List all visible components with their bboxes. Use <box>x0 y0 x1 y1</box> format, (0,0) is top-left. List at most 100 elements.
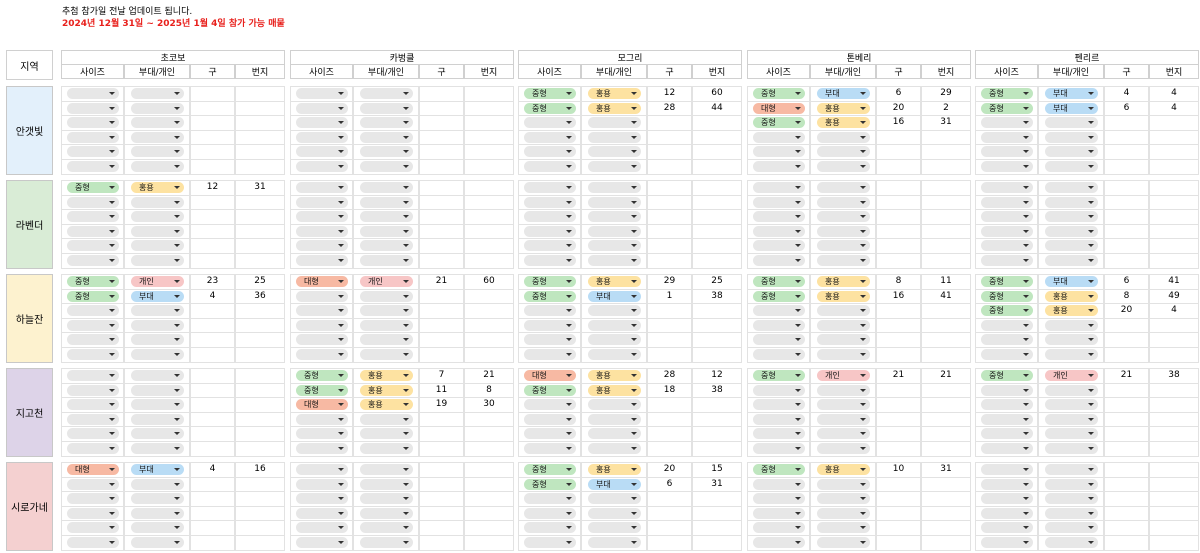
type-select[interactable]: 홍용 <box>817 290 870 302</box>
size-select-empty[interactable] <box>524 240 576 252</box>
type-select-empty[interactable] <box>360 464 413 475</box>
type-select-empty[interactable] <box>817 211 870 223</box>
size-select-empty[interactable] <box>296 255 348 266</box>
size-select[interactable]: 대형 <box>753 102 805 114</box>
size-select-empty[interactable] <box>753 349 805 360</box>
type-select-empty[interactable] <box>360 537 413 548</box>
size-select-empty[interactable] <box>981 443 1033 454</box>
type-select-empty[interactable] <box>360 478 413 490</box>
size-select-empty[interactable] <box>981 478 1033 490</box>
type-select-empty[interactable] <box>131 196 184 208</box>
type-select-empty[interactable] <box>131 161 184 172</box>
size-select[interactable]: 중형 <box>981 102 1033 114</box>
size-select-empty[interactable] <box>296 146 348 158</box>
size-select-empty[interactable] <box>67 399 119 411</box>
size-select[interactable]: 중형 <box>753 464 805 475</box>
size-select[interactable]: 중형 <box>524 464 576 475</box>
type-select[interactable]: 홍용 <box>360 370 413 381</box>
size-select-empty[interactable] <box>981 399 1033 411</box>
size-select-empty[interactable] <box>296 428 348 440</box>
type-select[interactable]: 부대 <box>588 290 641 302</box>
size-select-empty[interactable] <box>524 493 576 505</box>
type-select-empty[interactable] <box>588 334 641 346</box>
size-select-empty[interactable] <box>67 349 119 360</box>
size-select-empty[interactable] <box>753 211 805 223</box>
type-select-empty[interactable] <box>360 117 413 129</box>
type-select-empty[interactable] <box>1045 493 1098 505</box>
size-select[interactable]: 대형 <box>296 276 348 287</box>
size-select-empty[interactable] <box>753 428 805 440</box>
type-select[interactable]: 홍용 <box>588 102 641 114</box>
type-select[interactable]: 홍용 <box>588 88 641 99</box>
type-select[interactable]: 개인 <box>131 276 184 287</box>
type-select-empty[interactable] <box>1045 399 1098 411</box>
type-select[interactable]: 홍용 <box>1045 290 1098 302</box>
type-select-empty[interactable] <box>588 117 641 129</box>
type-select-empty[interactable] <box>360 102 413 114</box>
type-select-empty[interactable] <box>588 211 641 223</box>
size-select-empty[interactable] <box>524 131 576 143</box>
type-select-empty[interactable] <box>131 240 184 252</box>
type-select-empty[interactable] <box>131 370 184 381</box>
type-select-empty[interactable] <box>1045 211 1098 223</box>
type-select-empty[interactable] <box>588 399 641 411</box>
type-select-empty[interactable] <box>131 88 184 99</box>
size-select-empty[interactable] <box>524 537 576 548</box>
size-select-empty[interactable] <box>981 522 1033 534</box>
type-select[interactable]: 홍용 <box>588 464 641 475</box>
type-select-empty[interactable] <box>1045 413 1098 425</box>
size-select[interactable]: 중형 <box>981 370 1033 381</box>
size-select-empty[interactable] <box>524 428 576 440</box>
size-select-empty[interactable] <box>296 334 348 346</box>
size-select-empty[interactable] <box>524 161 576 172</box>
size-select[interactable]: 중형 <box>296 370 348 381</box>
size-select-empty[interactable] <box>67 211 119 223</box>
type-select-empty[interactable] <box>131 131 184 143</box>
type-select-empty[interactable] <box>1045 182 1098 193</box>
type-select-empty[interactable] <box>817 384 870 396</box>
size-select-empty[interactable] <box>753 305 805 317</box>
size-select-empty[interactable] <box>67 196 119 208</box>
type-select-empty[interactable] <box>131 211 184 223</box>
type-select[interactable]: 홍용 <box>360 399 413 411</box>
type-select-empty[interactable] <box>131 537 184 548</box>
type-select-empty[interactable] <box>131 117 184 129</box>
size-select-empty[interactable] <box>524 305 576 317</box>
size-select[interactable]: 중형 <box>524 384 576 396</box>
size-select-empty[interactable] <box>753 255 805 266</box>
type-select-empty[interactable] <box>588 443 641 454</box>
type-select-empty[interactable] <box>131 507 184 519</box>
size-select-empty[interactable] <box>67 255 119 266</box>
type-select-empty[interactable] <box>360 413 413 425</box>
size-select[interactable]: 중형 <box>753 117 805 129</box>
type-select-empty[interactable] <box>360 349 413 360</box>
size-select-empty[interactable] <box>981 240 1033 252</box>
size-select-empty[interactable] <box>296 196 348 208</box>
size-select-empty[interactable] <box>296 305 348 317</box>
type-select[interactable]: 홍용 <box>360 384 413 396</box>
type-select-empty[interactable] <box>817 196 870 208</box>
type-select-empty[interactable] <box>1045 478 1098 490</box>
size-select-empty[interactable] <box>981 225 1033 237</box>
type-select-empty[interactable] <box>1045 117 1098 129</box>
type-select-empty[interactable] <box>131 413 184 425</box>
type-select-empty[interactable] <box>1045 522 1098 534</box>
type-select-empty[interactable] <box>1045 225 1098 237</box>
size-select-empty[interactable] <box>981 131 1033 143</box>
size-select-empty[interactable] <box>753 240 805 252</box>
size-select-empty[interactable] <box>524 399 576 411</box>
type-select-empty[interactable] <box>131 225 184 237</box>
size-select-empty[interactable] <box>753 334 805 346</box>
size-select-empty[interactable] <box>296 413 348 425</box>
type-select-empty[interactable] <box>817 522 870 534</box>
type-select[interactable]: 홍용 <box>131 182 184 193</box>
size-select-empty[interactable] <box>296 131 348 143</box>
size-select-empty[interactable] <box>753 182 805 193</box>
size-select-empty[interactable] <box>524 349 576 360</box>
size-select-empty[interactable] <box>296 182 348 193</box>
size-select-empty[interactable] <box>981 196 1033 208</box>
size-select-empty[interactable] <box>296 161 348 172</box>
type-select[interactable]: 홍용 <box>817 102 870 114</box>
type-select-empty[interactable] <box>360 443 413 454</box>
type-select-empty[interactable] <box>131 334 184 346</box>
